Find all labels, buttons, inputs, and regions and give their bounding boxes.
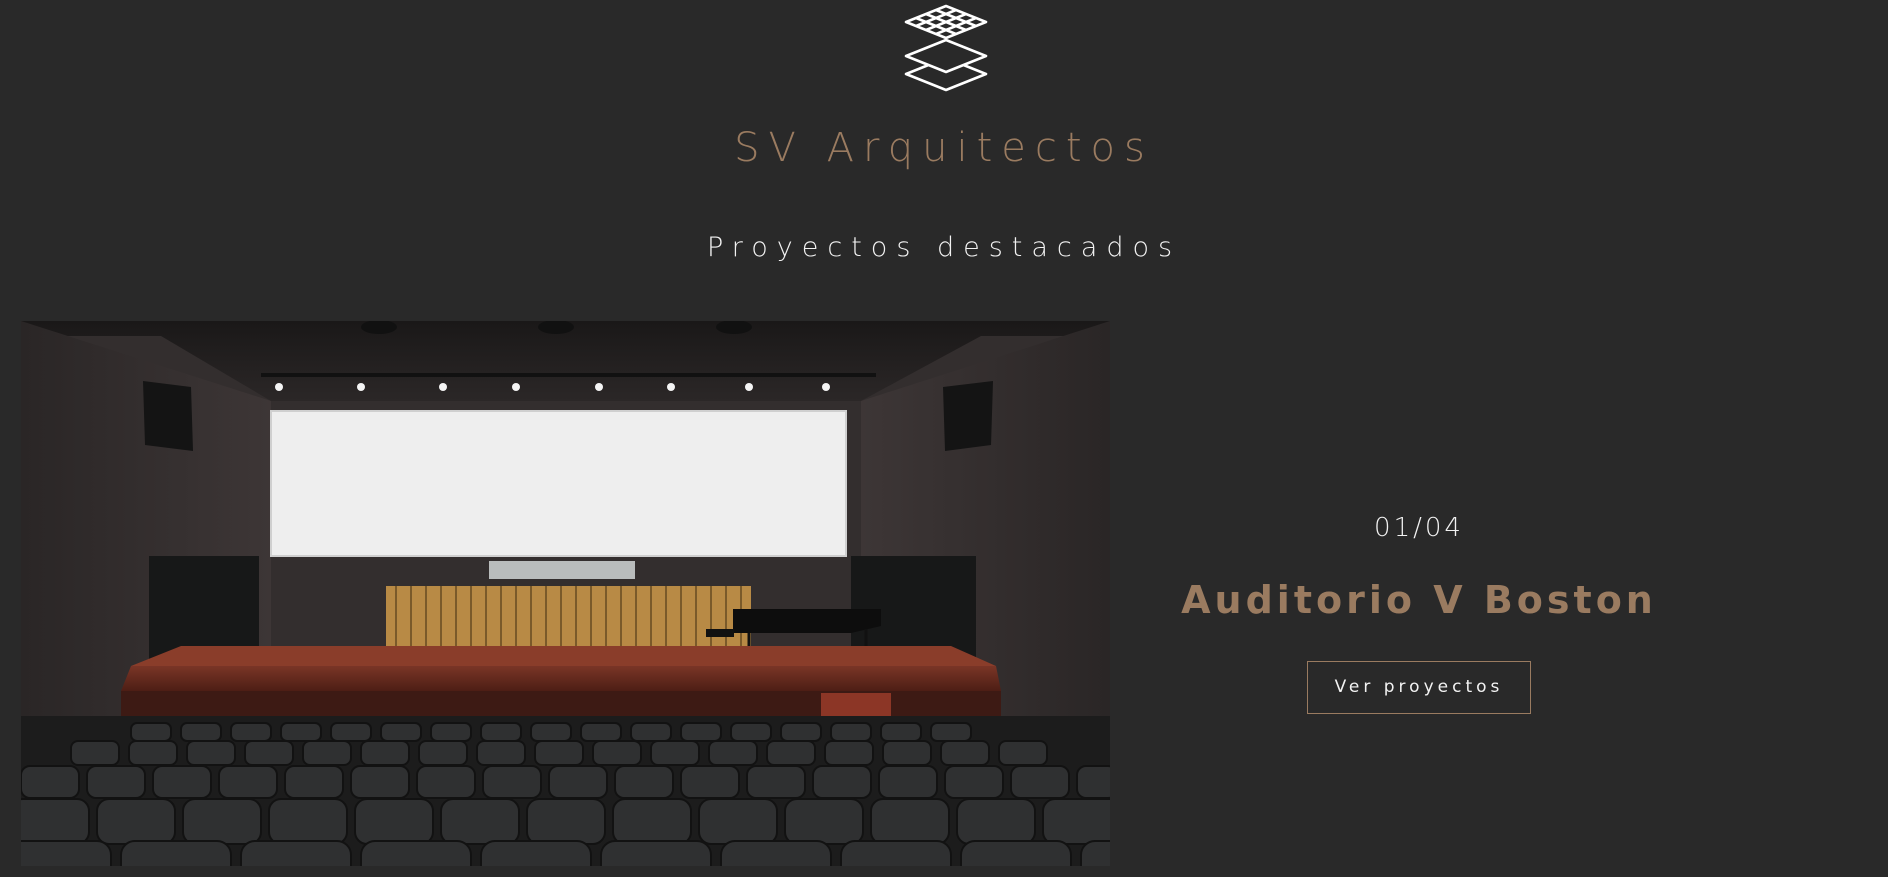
section-title: Proyectos destacados	[706, 232, 1182, 263]
project-image[interactable]	[21, 321, 1110, 866]
page: SV Arquitectos Proyectos destacados 01/0…	[0, 0, 1888, 877]
view-projects-button[interactable]: Ver proyectos	[1307, 661, 1531, 714]
slide-counter: 01/04	[1374, 513, 1464, 543]
brand-name[interactable]: SV Arquitectos	[0, 118, 1888, 178]
layered-grid-logo-icon[interactable]	[898, 4, 994, 92]
project-title[interactable]: Auditorio V Boston	[1130, 574, 1708, 626]
